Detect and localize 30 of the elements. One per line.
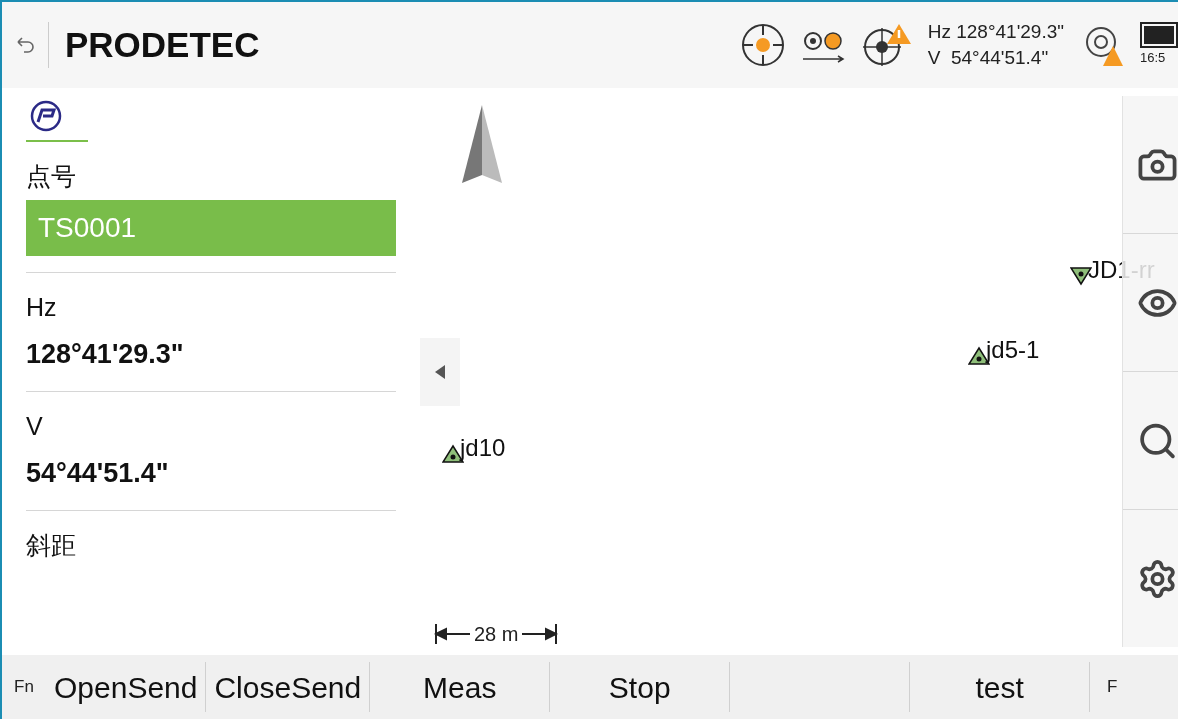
hz-reading: Hz 128°41'29.3": [927, 20, 1064, 44]
target-warning-icon[interactable]: [861, 22, 912, 68]
point-label: jd10: [460, 436, 506, 460]
softkey[interactable]: CloseSend: [206, 662, 371, 712]
collapse-panel-button[interactable]: [420, 338, 460, 406]
v-reading: V 54°44'51.4": [927, 46, 1050, 70]
field-label: 点号: [26, 161, 77, 192]
scale-left-arrow-icon: [434, 622, 470, 646]
clock-time: 16:5: [1140, 49, 1166, 68]
field-label: V: [26, 410, 44, 442]
softkey[interactable]: Meas: [370, 662, 551, 712]
point-label: jd5-1: [986, 338, 1040, 362]
field-label: Hz: [26, 291, 58, 323]
field-value: 54°44'51.4": [26, 457, 170, 490]
softkey[interactable]: Stop: [550, 662, 731, 712]
fn-key[interactable]: F: [1090, 655, 1135, 719]
battery-icon: [1140, 22, 1178, 49]
field-value: 128°41'29.3": [26, 338, 185, 371]
settings-icon[interactable]: [1137, 557, 1178, 600]
crosshair-icon[interactable]: [739, 22, 786, 68]
softkey[interactable]: OpenSend: [46, 662, 207, 712]
caret-left-icon: [435, 365, 445, 379]
fn-key[interactable]: Fn: [2, 655, 46, 719]
company-logo-icon: [30, 100, 62, 132]
field-label: 斜距: [26, 529, 77, 561]
softkey[interactable]: test: [910, 662, 1091, 712]
scale-text: 28 m: [474, 622, 519, 647]
app-title: PRODETEC: [65, 23, 260, 66]
scale-right-arrow-icon: [522, 622, 559, 646]
back-icon[interactable]: [14, 34, 36, 56]
